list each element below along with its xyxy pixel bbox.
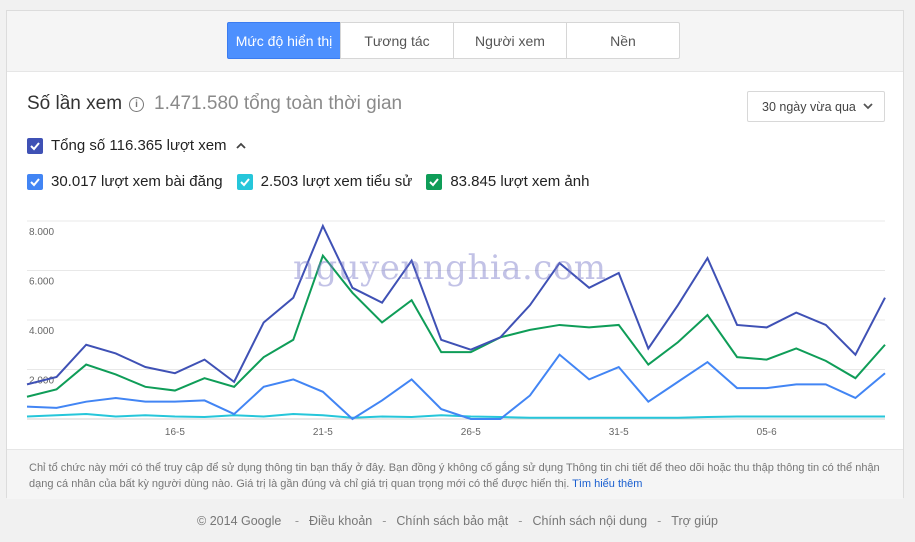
footer-link-2[interactable]: Chính sách nội dung	[532, 514, 647, 528]
checkmark-icon	[239, 177, 250, 186]
tab-1[interactable]: Tương tác	[340, 22, 454, 59]
tab-3[interactable]: Nền	[566, 22, 680, 59]
views-line-chart: 2.000 4.000 6.000 8.000 16-5 21-5 26-5 31-5 05-6	[7, 209, 905, 455]
copyright-text: © 2014 Google	[197, 514, 282, 528]
footer-link-1[interactable]: Chính sách bảo mật	[396, 514, 508, 528]
chart-svg: 2.0004.0006.0008.00016-5 21-5 26-5 31-5 05-6	[26, 220, 886, 438]
footer-separator: -	[657, 514, 662, 528]
checkmark-icon	[429, 177, 440, 186]
checkmark-icon	[30, 141, 40, 150]
footer-separator: -	[294, 514, 299, 528]
footer-separator: -	[382, 514, 387, 528]
date-range-value: 30 ngày vừa qua	[762, 99, 856, 114]
series-line-0	[26, 223, 886, 386]
info-icon[interactable]: i	[129, 96, 145, 112]
views-title: Số lần xem	[27, 93, 123, 114]
privacy-note: Chỉ tổ chức này mới có thể truy cập để s…	[7, 449, 903, 499]
all-time-total: 1.471.580 tổng toàn thời gian	[154, 93, 403, 114]
series-toggle-2[interactable]: 83.845 lượt xem ảnh	[426, 173, 589, 190]
y-tick-label: 8.000	[29, 227, 54, 238]
privacy-note-text: Chỉ tổ chức này mới có thể truy cập để s…	[29, 462, 880, 490]
insights-card: Mức độ hiển thị Tương tác Người xem Nền Số …	[6, 10, 905, 499]
series-label-0: 30.017 lượt xem bài đăng	[51, 173, 223, 190]
footer-link-3[interactable]: Trợ giúp	[671, 514, 718, 528]
series-label-2: 83.845 lượt xem ảnh	[450, 173, 590, 190]
learn-more-link[interactable]: Tìm hiểu thêm	[572, 478, 642, 490]
total-views-toggle[interactable]: Tổng số 116.365 lượt xem	[27, 137, 247, 154]
tab-bar: Mức độ hiển thị Tương tác Người xem Nền	[227, 22, 680, 59]
x-tick-label: 26-5	[461, 427, 481, 438]
views-header: Số lần xem i 1.471.580 tổng toàn thời gi…	[27, 93, 402, 115]
footer-link-0[interactable]: Điều khoản	[309, 514, 372, 528]
page-footer: © 2014 Google - Điều khoản - Chính sách bảo…	[0, 514, 915, 528]
total-views-checkbox[interactable]	[27, 137, 43, 154]
series-toggle-1[interactable]: 2.503 lượt xem tiểu sử	[236, 173, 413, 190]
x-tick-label: 21-5	[313, 427, 333, 438]
total-views-label: Tổng số 116.365 lượt xem	[51, 137, 227, 154]
series-checkbox-0[interactable]	[27, 173, 43, 190]
tabs-band: Mức độ hiển thị Tương tác Người xem Nền	[7, 11, 903, 72]
y-tick-label: 4.000	[29, 326, 54, 337]
series-checkbox-1[interactable]	[236, 173, 253, 190]
footer-separator: -	[518, 514, 523, 528]
checkmark-icon	[30, 177, 40, 186]
series-checkbox-2[interactable]	[426, 173, 443, 190]
y-tick-label: 6.000	[29, 277, 54, 288]
series-line-2	[26, 353, 886, 421]
series-toggle-0[interactable]: 30.017 lượt xem bài đăng	[27, 173, 223, 190]
tab-0[interactable]: Mức độ hiển thị	[227, 22, 341, 59]
tab-2[interactable]: Người xem	[453, 22, 567, 59]
x-tick-label: 05-6	[757, 427, 777, 438]
date-range-select[interactable]: 30 ngày vừa qua	[747, 91, 885, 122]
chevron-up-icon[interactable]	[235, 141, 247, 151]
chevron-down-icon	[863, 103, 873, 110]
x-tick-label: 16-5	[165, 427, 185, 438]
series-label-1: 2.503 lượt xem tiểu sử	[260, 173, 413, 190]
series-toggle-row: 30.017 lượt xem bài đăng 2.503 lượt xem t…	[27, 173, 603, 190]
x-tick-label: 31-5	[609, 427, 629, 438]
